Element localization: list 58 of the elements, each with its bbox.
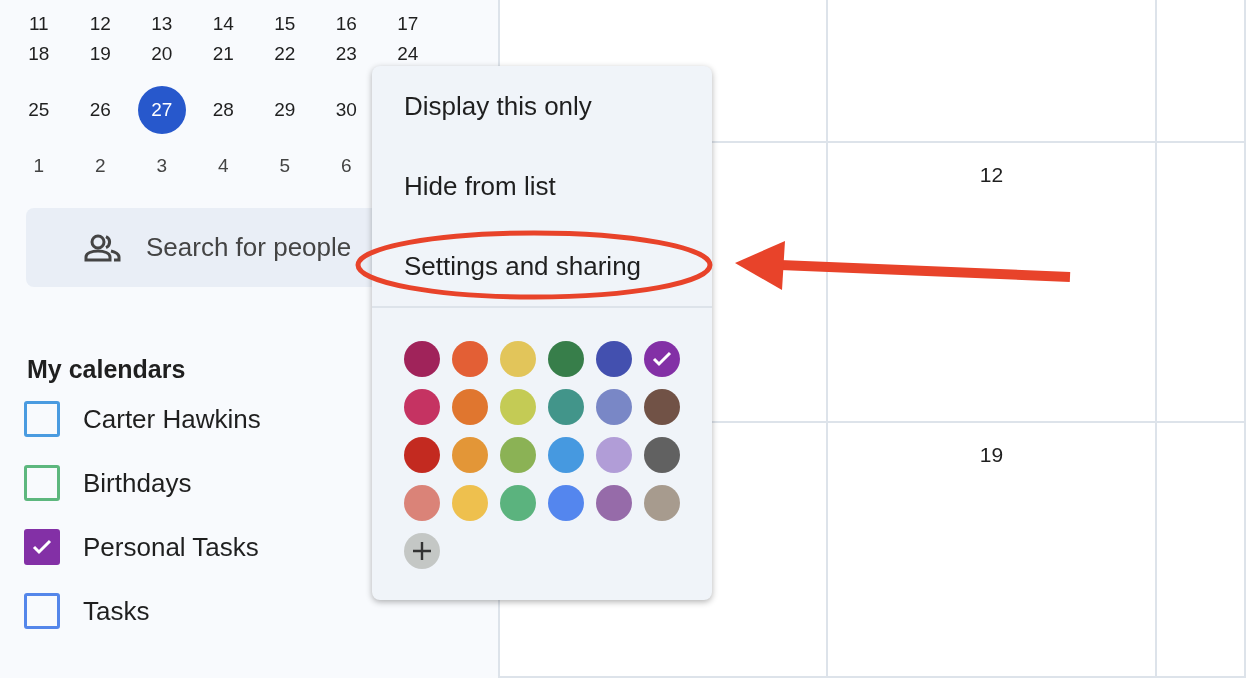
color-swatch[interactable] [452, 389, 488, 425]
people-icon [84, 233, 122, 262]
calendar-day[interactable]: 5 [260, 142, 309, 190]
calendar-name[interactable]: Carter Hawkins [83, 403, 261, 435]
day-cell[interactable] [828, 0, 1157, 143]
day-cell[interactable]: 12 [828, 143, 1157, 423]
checkbox[interactable] [24, 593, 60, 629]
color-swatch[interactable] [596, 341, 632, 377]
color-swatch[interactable] [596, 485, 632, 521]
color-swatch[interactable] [500, 389, 536, 425]
color-swatch[interactable] [452, 485, 488, 521]
color-swatch[interactable] [644, 389, 680, 425]
color-swatch[interactable] [452, 437, 488, 473]
color-swatch[interactable] [404, 341, 440, 377]
color-swatch[interactable] [548, 437, 584, 473]
color-swatch[interactable] [500, 485, 536, 521]
color-swatch[interactable] [644, 485, 680, 521]
calendar-day[interactable]: 27 [137, 86, 186, 134]
section-title: My calendars [27, 354, 186, 385]
color-swatch[interactable] [404, 485, 440, 521]
color-swatch[interactable] [548, 389, 584, 425]
color-swatch[interactable] [644, 437, 680, 473]
color-swatch[interactable] [644, 341, 680, 377]
calendar-name[interactable]: Birthdays [83, 467, 192, 499]
color-swatch[interactable] [500, 437, 536, 473]
add-color-button[interactable] [404, 533, 440, 569]
calendar-day[interactable]: 26 [76, 86, 125, 134]
calendar-day[interactable]: 1 [14, 142, 63, 190]
checkbox[interactable] [24, 401, 60, 437]
calendar-day[interactable]: 3 [137, 142, 186, 190]
calendar-day[interactable]: 28 [199, 86, 248, 134]
calendar-day[interactable]: 30 [322, 86, 371, 134]
calendar-name[interactable]: Personal Tasks [83, 531, 259, 563]
checkbox[interactable] [24, 465, 60, 501]
calendar-day[interactable]: 29 [260, 86, 309, 134]
menu-item[interactable]: Display this only [372, 66, 712, 146]
calendar-day[interactable]: 4 [199, 142, 248, 190]
calendar-day[interactable]: 6 [322, 142, 371, 190]
date-number: 19 [979, 443, 1004, 467]
color-swatch[interactable] [452, 341, 488, 377]
color-swatch[interactable] [548, 485, 584, 521]
color-swatch[interactable] [500, 341, 536, 377]
calendar-day[interactable]: 25 [14, 86, 63, 134]
calendar-day[interactable]: 2 [76, 142, 125, 190]
checkbox[interactable] [24, 529, 60, 565]
day-cell[interactable]: 19 [828, 423, 1157, 678]
color-swatch[interactable] [548, 341, 584, 377]
calendar-day[interactable]: 17 [383, 0, 432, 48]
color-swatch[interactable] [404, 389, 440, 425]
day-cell[interactable] [1157, 143, 1246, 423]
color-swatch[interactable] [596, 389, 632, 425]
plus-icon [411, 540, 433, 562]
day-cell[interactable] [1157, 0, 1246, 143]
color-swatch[interactable] [404, 437, 440, 473]
date-number: 12 [979, 163, 1004, 187]
color-swatch[interactable] [596, 437, 632, 473]
day-cell[interactable] [1157, 423, 1246, 678]
calendar-name[interactable]: Tasks [83, 595, 150, 627]
